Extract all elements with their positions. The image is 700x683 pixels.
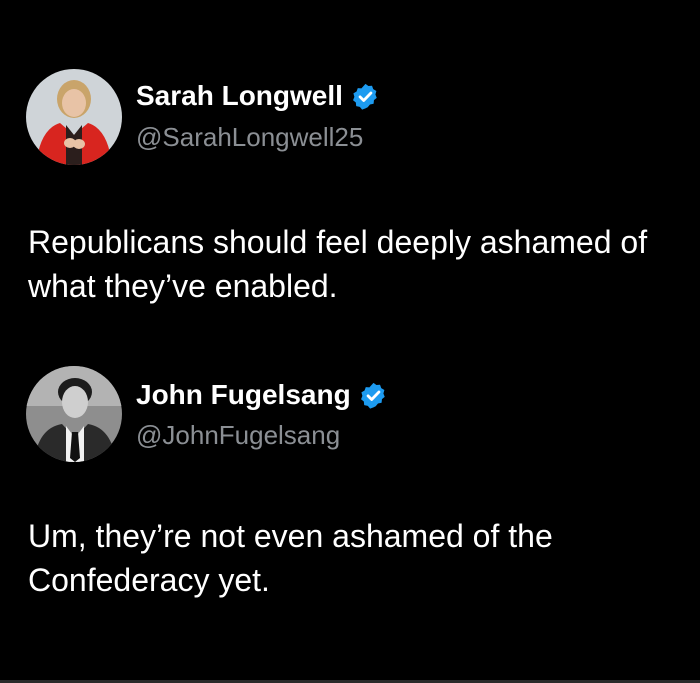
avatar[interactable] xyxy=(26,366,122,462)
avatar[interactable] xyxy=(26,69,122,165)
verified-badge-icon xyxy=(351,82,380,111)
author-name-row: John Fugelsang xyxy=(136,379,388,411)
avatar-john-fugelsang-icon xyxy=(26,366,122,462)
author-display-name[interactable]: John Fugelsang xyxy=(136,379,351,411)
tweet-text: Um, they’re not even ashamed of the Conf… xyxy=(28,518,553,598)
author-handle[interactable]: @SarahLongwell25 xyxy=(136,122,363,153)
tweet-text: Republicans should feel deeply ashamed o… xyxy=(28,224,648,304)
author-handle[interactable]: @JohnFugelsang xyxy=(136,420,340,451)
verified-badge-icon xyxy=(359,381,388,410)
avatar-sarah-longwell-icon xyxy=(26,69,122,165)
author-name-row: Sarah Longwell xyxy=(136,80,380,112)
author-display-name[interactable]: Sarah Longwell xyxy=(136,80,343,112)
